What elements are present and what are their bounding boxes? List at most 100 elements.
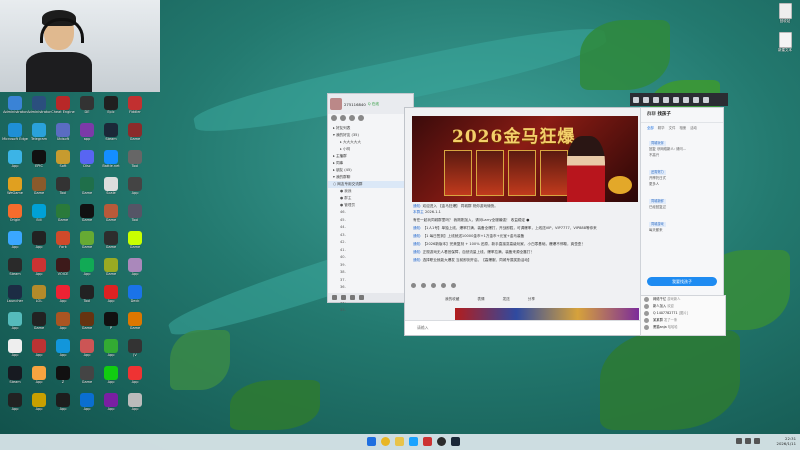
group-row[interactable]: ▸ 主播群	[328, 153, 413, 160]
desktop-icon[interactable]: Tool	[122, 150, 148, 172]
group-icon[interactable]	[340, 115, 346, 121]
battery-icon[interactable]	[754, 438, 760, 444]
desktop-icon[interactable]: Game	[74, 312, 100, 334]
member-row[interactable]: ● 管理员	[328, 202, 413, 209]
desktop-icon[interactable]: Disc	[74, 150, 100, 172]
member-row[interactable]: ● 群主	[328, 195, 413, 202]
desktop-icon[interactable]: Tool	[50, 177, 76, 199]
desktop-icon[interactable]: Tool	[122, 204, 148, 226]
find-button[interactable]: 我要找孩子	[647, 277, 717, 286]
qq-status[interactable]: Q 在线	[368, 102, 379, 107]
ad-strip[interactable]	[455, 308, 639, 320]
desktop-icon[interactable]: LOL	[26, 285, 52, 307]
desktop-icon[interactable]: Game	[26, 177, 52, 199]
search-icon[interactable]	[359, 295, 364, 300]
desktop-icon[interactable]: App	[98, 393, 124, 415]
group-row[interactable]: ▸ 好友列表	[328, 125, 413, 132]
desktop-icon[interactable]: Epic	[98, 96, 124, 118]
chat-message[interactable]: 通知: 欢迎进入 【金马狂爆】 同城群 祝你游戏愉快。	[413, 204, 631, 208]
tab-files[interactable]: 文件	[669, 125, 676, 130]
desktop-icon[interactable]: App	[50, 393, 76, 415]
mail-icon[interactable]	[341, 295, 346, 300]
desktop-icon[interactable]: EPIC	[26, 150, 52, 172]
desktop-icon[interactable]: App	[2, 231, 28, 253]
desktop-icon[interactable]: App	[2, 339, 28, 361]
obs-icon[interactable]	[437, 437, 446, 446]
desktop-icon[interactable]: VOICE	[50, 258, 76, 280]
group-row[interactable]: ▸ 大大大大大	[328, 139, 413, 146]
desktop-icon[interactable]: App	[26, 258, 52, 280]
promo-banner[interactable]: 2026金马狂爆	[412, 116, 638, 202]
desktop-icon[interactable]: Tool	[74, 285, 100, 307]
desktop-icon[interactable]: App	[122, 393, 148, 415]
clock[interactable]: 22:31 2026/1/11	[777, 436, 796, 446]
member-row[interactable]: 33.	[328, 307, 413, 315]
desktop-icon[interactable]: App	[26, 339, 52, 361]
chat-list-row[interactable]: 新人加入 欢迎	[641, 303, 725, 310]
desktop-icon[interactable]: App	[98, 285, 124, 307]
chat-message[interactable]: 本群主 2026.1.1	[413, 210, 631, 214]
avatar[interactable]	[330, 98, 342, 110]
emoji-icon[interactable]	[411, 282, 416, 288]
desktop-icon[interactable]: App	[122, 177, 148, 199]
member-row[interactable]: 41.	[328, 247, 413, 255]
desktop-icon[interactable]: App	[26, 393, 52, 415]
desktop-icon[interactable]: Game	[74, 366, 100, 388]
desktop-icon[interactable]: App	[74, 258, 100, 280]
history-icon[interactable]	[451, 282, 456, 288]
tab-favorites[interactable]: 我的收藏	[445, 297, 459, 302]
desktop-icon[interactable]: Game	[98, 231, 124, 253]
desktop-icon[interactable]: Game	[74, 177, 100, 199]
chat-message[interactable]: 通知: 正规游戏无人看官保障，自然流量上线，爆率拉满，装备来源全靠打！	[413, 250, 631, 254]
text-file-icon[interactable]: 新建文本	[772, 32, 798, 53]
desktop-icon[interactable]: Battle.net	[98, 150, 124, 172]
grid-icon[interactable]	[653, 96, 659, 103]
desktop-icon[interactable]: App	[74, 339, 100, 361]
tab-events[interactable]: 活动	[690, 125, 697, 130]
compose-input[interactable]: 请输入	[405, 320, 645, 335]
desktop-icon[interactable]: Game	[122, 123, 148, 145]
member-row[interactable]: 40.	[328, 254, 413, 262]
member-row[interactable]: 38.	[328, 269, 413, 277]
chat-list-row[interactable]: 网络千亿 游戏新人	[641, 296, 725, 303]
desktop-icon[interactable]: App	[50, 285, 76, 307]
chat-list-row[interactable]: 某某群 发了一条	[641, 317, 725, 324]
desktop-icon[interactable]: App	[122, 258, 148, 280]
scissors-icon[interactable]	[431, 282, 436, 288]
desktop-icon[interactable]: Steam	[2, 366, 28, 388]
chat-message[interactable]: 通知: 【1 每日签到】上线就送10000金币+1万金币+元宝+金马装备	[413, 234, 631, 238]
desktop-icon[interactable]: App	[50, 339, 76, 361]
settings-icon[interactable]	[358, 115, 364, 121]
group-row[interactable]: ▾ 我的好友 (35)	[328, 132, 413, 139]
file-icon[interactable]	[441, 282, 446, 288]
desktop-icon[interactable]: P	[98, 312, 124, 334]
gamepad-icon[interactable]	[663, 96, 669, 103]
desktop-icon[interactable]: Fiddler	[122, 96, 148, 118]
desktop-icon[interactable]: Origin	[2, 204, 28, 226]
contacts-icon[interactable]	[331, 115, 337, 121]
desktop-icon[interactable]: App	[98, 339, 124, 361]
desktop-icon[interactable]: JV	[122, 339, 148, 361]
member-row[interactable]: 39.	[328, 262, 413, 270]
video-icon[interactable]	[633, 96, 639, 103]
menu-icon[interactable]	[332, 295, 337, 300]
desktop-icon[interactable]: Launcher	[2, 285, 28, 307]
wifi-icon[interactable]	[736, 438, 742, 444]
desktop-icon[interactable]: Deck	[122, 285, 148, 307]
member-row[interactable]: ● 我我	[328, 188, 413, 195]
group-row[interactable]: ▾ 我的群聊	[328, 174, 413, 181]
desktop-icon[interactable]: App	[26, 231, 52, 253]
chat-message[interactable]: 有任一起玩同城群里吗？ 我刚刚加入，请问Larry全服最强！ 收益稳定 ●	[413, 218, 631, 222]
chat-message[interactable]: 通知: 【1人1号】单独上线，爆率打满，装备全爆打，开战即胜，可调爆率，上线送V…	[413, 226, 631, 230]
group-row[interactable]: ▸ 朋友 (45)	[328, 167, 413, 174]
minimize-icon[interactable]	[683, 96, 689, 103]
desktop-icon[interactable]: WeGame	[2, 177, 28, 199]
tab-share[interactable]: 分享	[528, 297, 535, 302]
desktop-icon[interactable]: Game	[74, 231, 100, 253]
desktop-icon[interactable]: Fork	[50, 231, 76, 253]
desktop-icon[interactable]: Administrator	[2, 96, 28, 118]
desktop-icon[interactable]: Bili	[26, 204, 52, 226]
chrome-icon[interactable]	[381, 437, 390, 446]
desktop-icon[interactable]: Game	[74, 204, 100, 226]
member-row[interactable]: 42.	[328, 239, 413, 247]
